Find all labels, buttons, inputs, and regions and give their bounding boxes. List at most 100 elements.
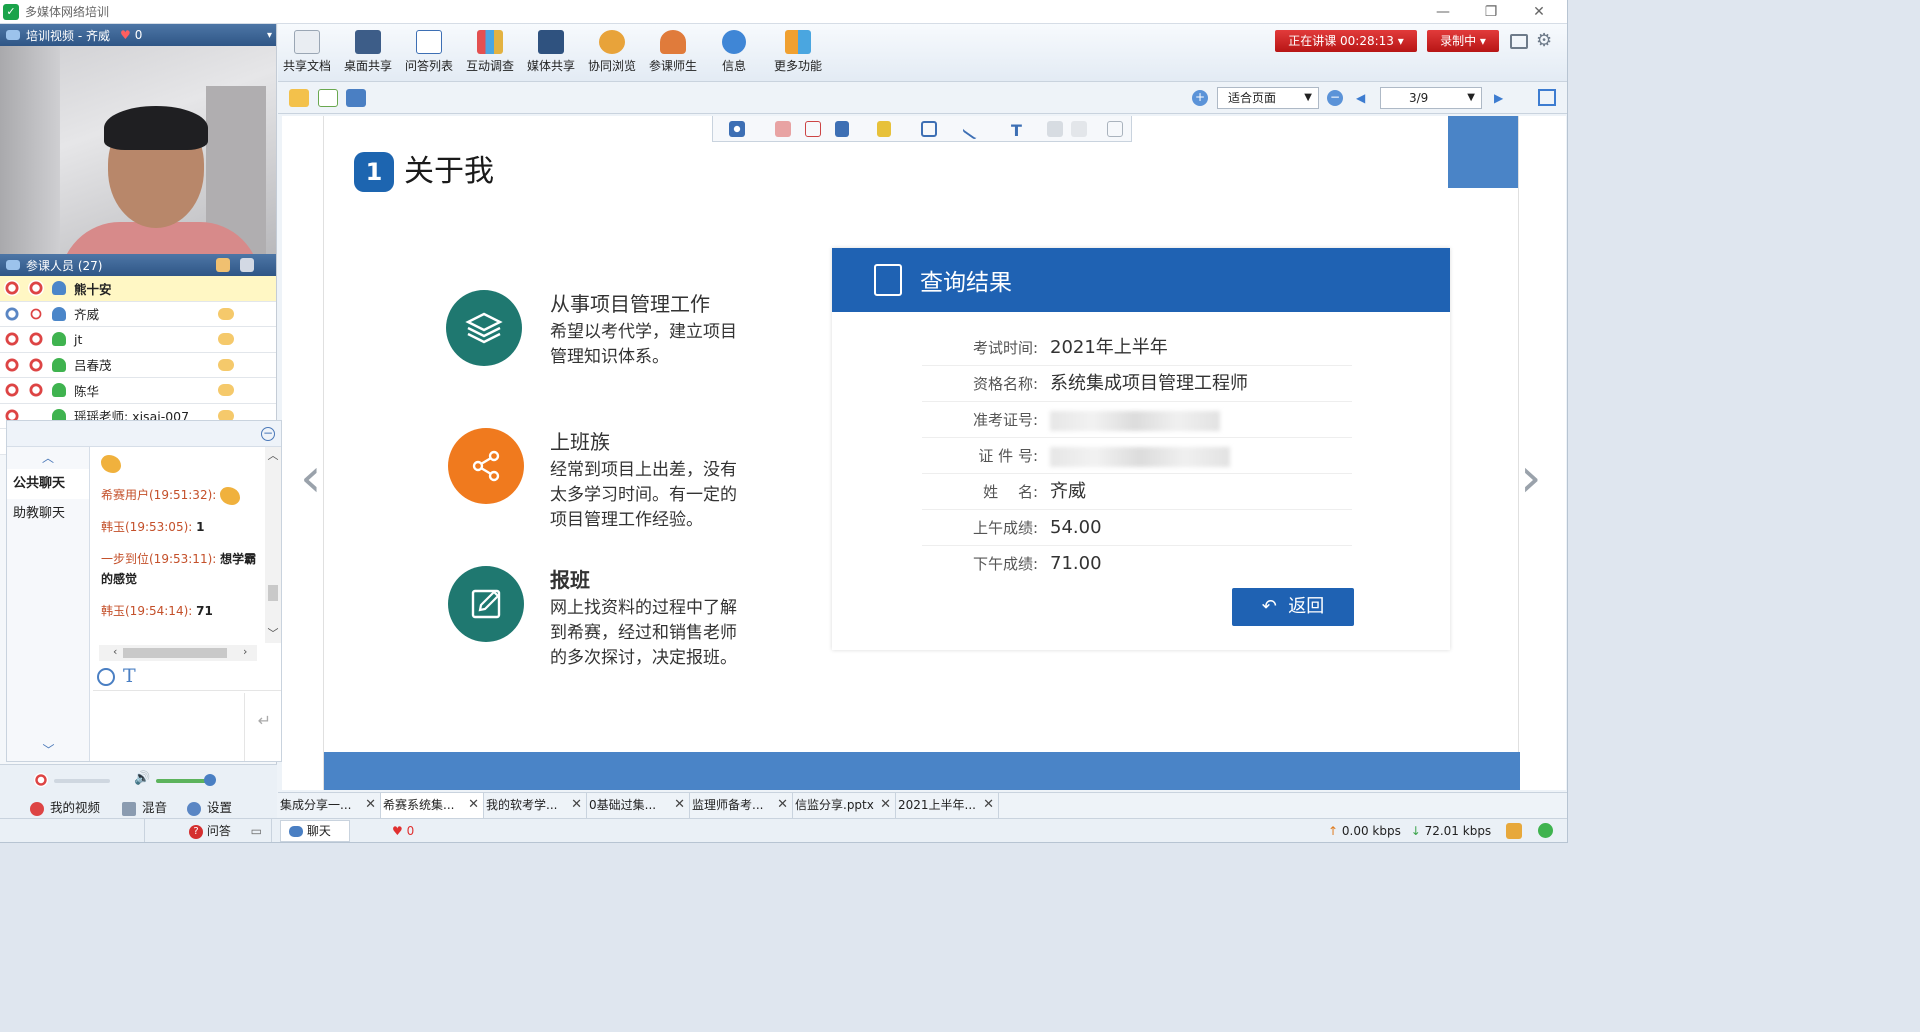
gear-icon[interactable]: ⚙ bbox=[1536, 30, 1552, 51]
chat-bubble-icon[interactable] bbox=[218, 358, 234, 371]
close-icon[interactable]: ✕ bbox=[777, 793, 788, 817]
pen-icon[interactable] bbox=[835, 121, 849, 137]
collapse-icon[interactable]: − bbox=[261, 427, 275, 441]
speaker-icon[interactable]: 🔊 bbox=[134, 771, 150, 786]
chat-bubble-icon[interactable] bbox=[218, 307, 234, 320]
media-share-button[interactable]: 媒体共享 bbox=[522, 30, 580, 74]
restore-button[interactable]: ❐ bbox=[1476, 2, 1506, 22]
close-button[interactable]: ✕ bbox=[1524, 2, 1554, 22]
chat-horizontal-scrollbar[interactable]: ‹ › bbox=[99, 645, 257, 661]
zoom-in-icon[interactable]: + bbox=[1192, 90, 1208, 106]
minimize-icon[interactable]: ▭ bbox=[251, 824, 262, 838]
close-icon[interactable]: ✕ bbox=[468, 793, 479, 817]
qa-list-button[interactable]: 问答列表 bbox=[400, 30, 458, 74]
chevron-down-icon[interactable]: ﹀ bbox=[7, 739, 90, 761]
panel-menu-icon[interactable]: ▾ bbox=[267, 30, 272, 41]
new-document-icon[interactable] bbox=[318, 89, 338, 107]
camera-off-icon[interactable] bbox=[28, 280, 44, 297]
doc-tab[interactable]: 0基础过集... ✕ bbox=[587, 793, 690, 818]
more-functions-button[interactable]: 更多功能 bbox=[766, 30, 830, 74]
qa-tab[interactable]: ? 问答 ▭ bbox=[144, 819, 272, 842]
smiley-icon[interactable] bbox=[97, 668, 115, 686]
participant-row[interactable]: 齐威 bbox=[0, 301, 276, 327]
doc-tab[interactable]: 我的软考学... ✕ bbox=[484, 793, 587, 818]
notification-icon[interactable] bbox=[1506, 823, 1522, 839]
info-button[interactable]: 信息 bbox=[705, 30, 763, 74]
fit-page-select[interactable]: 适合页面 ▼ bbox=[1217, 87, 1319, 109]
minimize-button[interactable]: — bbox=[1428, 2, 1458, 22]
group-icon[interactable] bbox=[240, 258, 254, 272]
participants-button[interactable]: 参课师生 bbox=[644, 30, 702, 74]
page-select[interactable]: 3/9 ▼ bbox=[1380, 87, 1482, 109]
scroll-down-icon[interactable]: ﹀ bbox=[265, 625, 281, 643]
participant-row[interactable]: jt bbox=[0, 327, 276, 353]
clear-icon[interactable] bbox=[805, 121, 821, 137]
doc-tab[interactable]: 信监分享.pptx ✕ bbox=[793, 793, 896, 818]
doc-tab[interactable]: 希赛系统集... ✕ bbox=[381, 793, 484, 818]
my-video-button[interactable]: 我的视频 bbox=[30, 797, 100, 816]
camera-on-icon[interactable] bbox=[28, 305, 44, 322]
doc-tab[interactable]: 集成分享一... ✕ bbox=[278, 793, 381, 818]
close-icon[interactable]: ✕ bbox=[365, 793, 376, 817]
chat-input[interactable] bbox=[91, 693, 245, 761]
doc-tab[interactable]: 2021上半年... ✕ bbox=[896, 793, 999, 818]
participant-row[interactable]: 吕春茂 bbox=[0, 352, 276, 378]
tab-public-chat[interactable]: 公共聊天 bbox=[7, 469, 89, 499]
co-browse-button[interactable]: 协同浏览 bbox=[583, 30, 641, 74]
rectangle-icon[interactable] bbox=[921, 121, 937, 137]
mic-off-icon[interactable] bbox=[4, 331, 20, 348]
mix-button[interactable]: 混音 bbox=[122, 797, 167, 816]
camera-off-icon[interactable] bbox=[28, 331, 44, 348]
mic-off-icon[interactable] bbox=[4, 280, 20, 297]
fill-icon[interactable] bbox=[1047, 121, 1063, 137]
participant-row[interactable]: 陈华 bbox=[0, 378, 276, 404]
line-icon[interactable] bbox=[961, 117, 985, 141]
fullscreen-icon[interactable] bbox=[1538, 89, 1556, 106]
teaching-status-button[interactable]: 正在讲课 00:28:13 ▾ bbox=[1275, 30, 1417, 52]
next-page-icon[interactable]: ▶ bbox=[1494, 91, 1503, 105]
scroll-up-icon[interactable]: ︿ bbox=[265, 447, 281, 465]
share-document-button[interactable]: 共享文档 bbox=[278, 30, 336, 74]
scroll-left-icon[interactable]: ‹ bbox=[113, 645, 117, 658]
zoom-out-icon[interactable]: − bbox=[1327, 90, 1343, 106]
chevron-up-icon[interactable]: ︿ bbox=[7, 447, 89, 469]
chat-tab[interactable]: 聊天 bbox=[280, 820, 350, 842]
mic-volume-slider[interactable] bbox=[54, 779, 110, 783]
scroll-thumb[interactable] bbox=[268, 585, 278, 601]
open-folder-icon[interactable] bbox=[289, 89, 309, 107]
chat-bubble-icon[interactable] bbox=[218, 333, 234, 346]
close-icon[interactable]: ✕ bbox=[571, 793, 582, 817]
save-annotation-icon[interactable] bbox=[1107, 121, 1123, 137]
prev-page-icon[interactable]: ◀ bbox=[1356, 91, 1365, 105]
desktop-share-button[interactable]: 桌面共享 bbox=[339, 30, 397, 74]
mic-off-icon[interactable] bbox=[4, 382, 20, 399]
close-icon[interactable]: ✕ bbox=[674, 793, 685, 817]
next-slide-arrow[interactable]: › bbox=[1520, 446, 1542, 509]
tab-assistant-chat[interactable]: 助教聊天 bbox=[7, 499, 89, 529]
scroll-thumb[interactable] bbox=[123, 648, 227, 658]
return-button[interactable]: ↶ 返回 bbox=[1232, 588, 1354, 626]
interactive-survey-button[interactable]: 互动调查 bbox=[461, 30, 519, 74]
mic-off-icon[interactable] bbox=[4, 356, 20, 373]
text-format-icon[interactable]: T bbox=[123, 665, 136, 687]
doc-tab[interactable]: 监理师备考... ✕ bbox=[690, 793, 793, 818]
text-tool-icon[interactable]: T bbox=[1011, 121, 1027, 140]
chat-bubble-icon[interactable] bbox=[218, 384, 234, 397]
chat-vertical-scrollbar[interactable]: ︿ ﹀ bbox=[265, 447, 281, 643]
recording-button[interactable]: 录制中 ▾ bbox=[1427, 30, 1499, 52]
camera-off-icon[interactable] bbox=[28, 356, 44, 373]
mic-on-icon[interactable] bbox=[4, 305, 20, 322]
mic-icon[interactable] bbox=[34, 773, 48, 787]
speaker-volume-slider[interactable] bbox=[156, 779, 210, 783]
highlighter-icon[interactable] bbox=[877, 121, 891, 137]
raise-hand-icon[interactable] bbox=[216, 258, 230, 272]
layout-icon[interactable] bbox=[1510, 34, 1528, 49]
pointer-icon[interactable] bbox=[729, 121, 745, 137]
line-width-icon[interactable] bbox=[1071, 121, 1087, 137]
close-icon[interactable]: ✕ bbox=[983, 793, 994, 817]
send-icon[interactable]: ↵ bbox=[258, 711, 271, 730]
participant-row[interactable]: 熊十安 bbox=[0, 276, 276, 302]
camera-off-icon[interactable] bbox=[28, 382, 44, 399]
scroll-right-icon[interactable]: › bbox=[243, 645, 247, 658]
volume-handle[interactable] bbox=[204, 774, 216, 786]
